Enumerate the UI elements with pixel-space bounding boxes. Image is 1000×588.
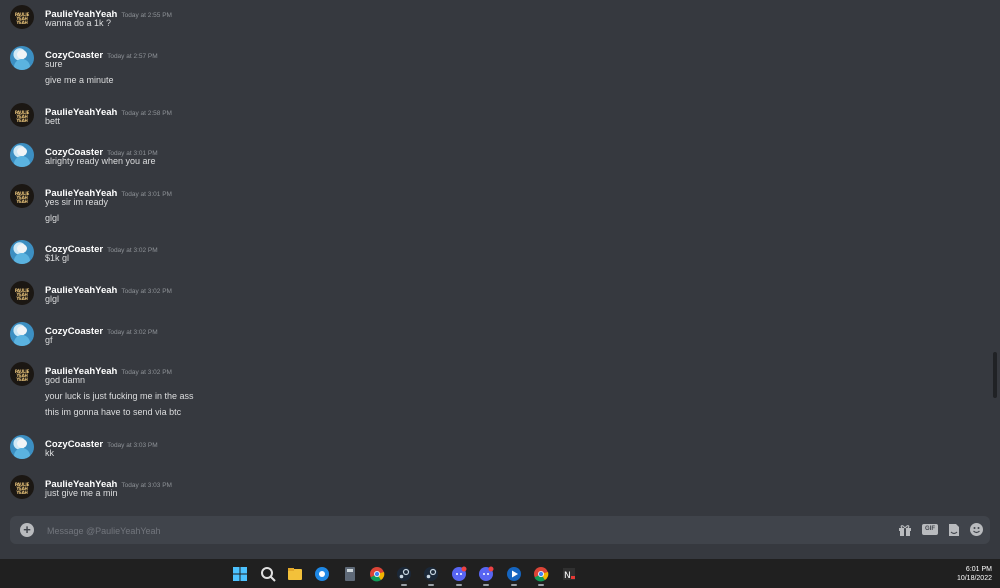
avatar-head [17,50,27,59]
browser-icon[interactable] [314,566,330,582]
avatar[interactable] [10,322,34,346]
avatar-body [14,335,30,346]
message-input[interactable] [45,521,809,541]
chrome-icon[interactable] [533,566,549,582]
message-timestamp: Today at 3:03 PM [107,442,158,449]
chat-messages: PAULIE YEAH YEAH PaulieYeahYeah Today at 2… [0,0,1000,516]
message-text: yes sir im ready [45,197,109,207]
avatar[interactable] [10,240,34,264]
avatar-head [17,326,27,335]
message-composer: + GIF [10,516,990,544]
message-timestamp: Today at 3:02 PM [107,329,158,336]
avatar-body [14,156,30,167]
message-text: wanna do a 1k ? [45,18,112,28]
clock-date: 10/18/2022 [956,575,992,582]
message-text: bett [45,116,61,126]
message-timestamp: Today at 3:03 PM [121,482,172,489]
message-timestamp: Today at 3:01 PM [121,191,172,198]
avatar-logo-text: PAULIE YEAH YEAH [14,191,30,204]
message-text: your luck is just fucking me in the ass [45,391,194,401]
search-icon[interactable] [260,566,276,582]
message-text: god damn [45,375,86,385]
chrome-icon[interactable] [369,566,385,582]
add-attachment-icon[interactable]: + [20,523,34,537]
avatar-head [17,147,27,156]
running-indicator [511,584,517,586]
message-timestamp: Today at 2:57 PM [107,53,158,60]
running-indicator [401,584,407,586]
message-text: $1k gl [45,253,70,263]
gift-icon[interactable] [898,523,912,537]
running-indicator [428,584,434,586]
avatar-logo-text: PAULIE YEAH YEAH [14,12,30,25]
message-header: CozyCoaster Today at 3:03 PM [45,434,158,452]
app-icon[interactable]: N [561,566,577,582]
discord-icon[interactable] [451,566,467,582]
svg-text:N: N [564,571,571,581]
message-text: this im gonna have to send via btc [45,407,182,417]
steam-icon[interactable] [396,566,412,582]
message-text: alrighty ready when you are [45,156,156,166]
message-header: PaulieYeahYeah Today at 2:58 PM [45,102,172,120]
windows-taskbar: N [0,559,1000,588]
media-player-icon[interactable] [506,566,522,582]
avatar[interactable]: PAULIE YEAH YEAH [10,281,34,305]
calculator-icon[interactable] [342,566,358,582]
message-timestamp: Today at 3:02 PM [107,247,158,254]
message-text: glgl [45,213,60,223]
avatar[interactable]: PAULIE YEAH YEAH [10,184,34,208]
avatar-logo-text: PAULIE YEAH YEAH [14,288,30,301]
avatar-logo-text: PAULIE YEAH YEAH [14,369,30,382]
avatar[interactable] [10,46,34,70]
message-timestamp: Today at 3:02 PM [121,288,172,295]
message-header: CozyCoaster Today at 3:02 PM [45,321,158,339]
message-text: give me a minute [45,75,114,85]
gif-icon[interactable]: GIF [922,524,938,535]
message-text: sure [45,59,63,69]
message-text: kk [45,448,54,458]
avatar[interactable]: PAULIE YEAH YEAH [10,362,34,386]
avatar-body [14,448,30,459]
avatar-logo-text: PAULIE YEAH YEAH [14,110,30,123]
avatar[interactable]: PAULIE YEAH YEAH [10,103,34,127]
message-timestamp: Today at 2:58 PM [121,110,172,117]
message-header: PaulieYeahYeah Today at 3:02 PM [45,280,172,298]
running-indicator [483,584,489,586]
message-text: glgl [45,294,60,304]
windows-start-icon[interactable] [232,566,248,582]
avatar-body [14,59,30,70]
file-explorer-icon[interactable] [287,566,303,582]
avatar-head [17,244,27,253]
message-text: gf [45,335,53,345]
taskbar-clock[interactable]: 6:01 PM 10/18/2022 [940,565,992,583]
avatar-body [14,253,30,264]
message-timestamp: Today at 3:02 PM [121,369,172,376]
running-indicator [456,584,462,586]
avatar[interactable]: PAULIE YEAH YEAH [10,5,34,29]
clock-time: 6:01 PM [965,566,992,573]
message-timestamp: Today at 2:55 PM [121,12,172,19]
avatar-head [17,439,27,448]
sticker-icon[interactable] [947,523,961,537]
message-text: just give me a min [45,488,118,498]
author-name[interactable]: CozyCoaster [45,326,103,337]
chat-scrollbar[interactable] [993,352,997,398]
avatar-logo-text: PAULIE YEAH YEAH [14,482,30,495]
emoji-icon[interactable] [970,523,983,536]
avatar[interactable] [10,435,34,459]
avatar[interactable] [10,143,34,167]
avatar[interactable]: PAULIE YEAH YEAH [10,475,34,499]
discord-icon[interactable] [478,566,494,582]
running-indicator [538,584,544,586]
steam-icon[interactable] [423,566,439,582]
